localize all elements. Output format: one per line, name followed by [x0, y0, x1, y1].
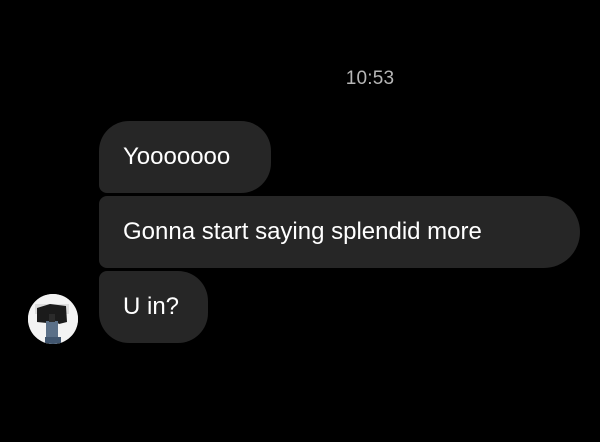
- message-timestamp: 10:53: [345, 68, 395, 89]
- message-bubble[interactable]: Yooooooo: [99, 121, 271, 193]
- message-bubble[interactable]: U in?: [99, 271, 208, 343]
- message-thread: 10:53 Yooooooo Gonna start saying splend…: [0, 0, 600, 442]
- avatar[interactable]: [28, 294, 78, 344]
- message-bubble[interactable]: Gonna start saying splendid more: [99, 196, 580, 268]
- contact-photo-icon: [28, 294, 78, 344]
